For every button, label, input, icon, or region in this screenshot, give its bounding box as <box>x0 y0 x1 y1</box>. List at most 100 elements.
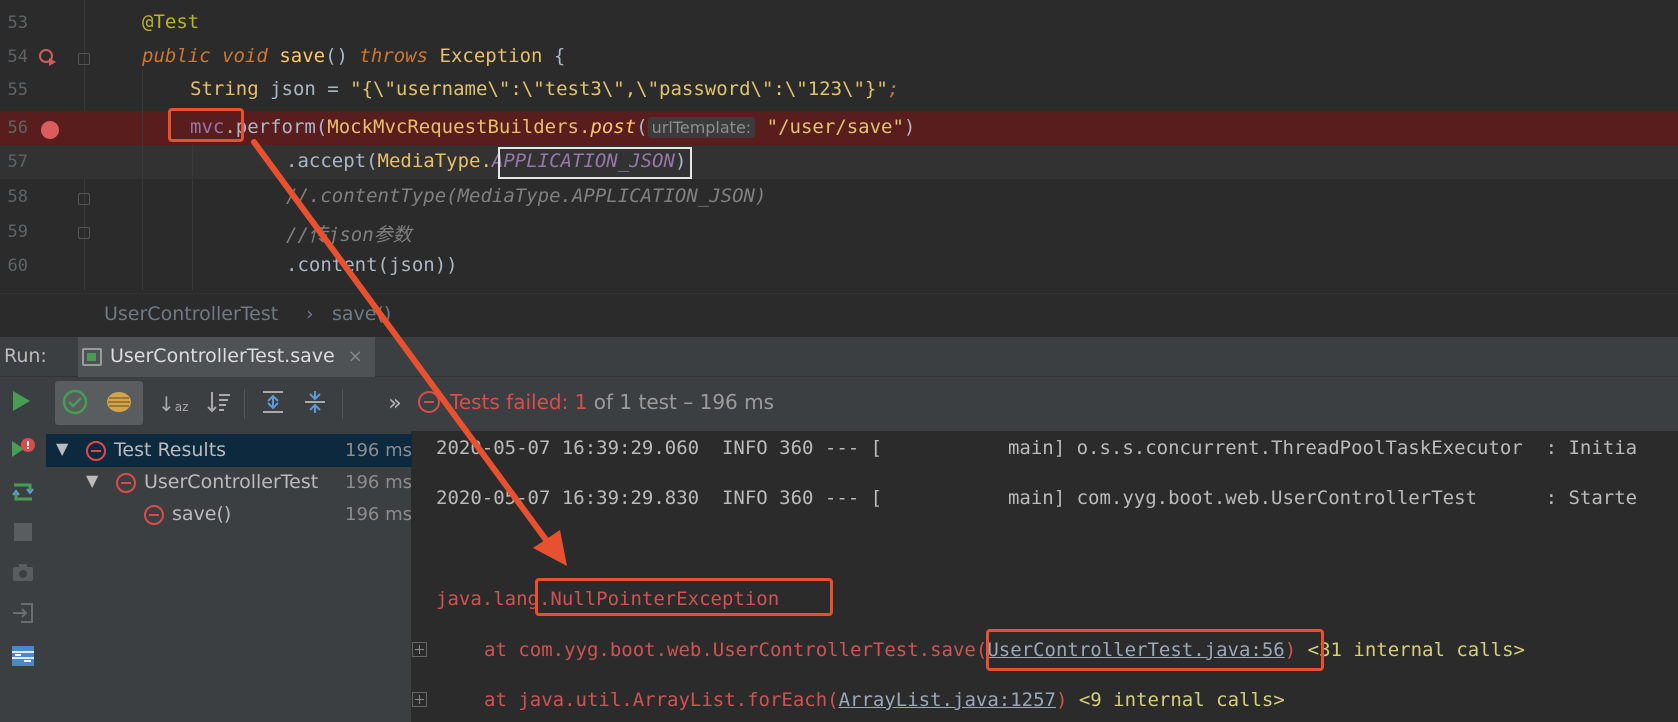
stop-icon[interactable] <box>8 521 38 551</box>
highlight-box-constant <box>498 147 692 179</box>
tree-item-time: 196 ms <box>345 504 412 525</box>
method-accept: .accept( <box>286 150 378 172</box>
keyword-throws: throws <box>359 45 429 67</box>
highlight-box-exception <box>535 578 833 616</box>
sort-alpha-icon[interactable]: ↓az <box>158 389 188 419</box>
sort-duration-icon[interactable] <box>204 389 234 419</box>
test-status-summary: Tests failed: 1 of 1 test – 196 ms <box>450 390 774 414</box>
code-line-54[interactable]: 54 public void save() throws Exception { <box>0 40 1678 74</box>
run-side-toolbar <box>0 431 46 722</box>
code-text: mvc.perform(MockMvcRequestBuilders.post(… <box>190 116 915 138</box>
failed-count: 1 <box>574 390 588 414</box>
expand-internal-calls-icon[interactable] <box>412 642 427 657</box>
layout-icon[interactable] <box>8 643 38 673</box>
json-string-literal: "{\"username\":\"test3\",\"password\":\"… <box>350 78 888 100</box>
show-passed-icon[interactable] <box>60 389 90 419</box>
expand-arrow-icon[interactable]: ▼ <box>86 471 98 490</box>
tree-item-label: Test Results <box>114 439 227 461</box>
breakpoint-icon[interactable] <box>41 121 59 139</box>
run-test-gutter-icon[interactable] <box>38 48 58 68</box>
fold-marker[interactable] <box>78 53 90 65</box>
code-editor[interactable]: 53 @Test 54 public void save() throws Ex… <box>0 0 1678 290</box>
method-content: .content(json)) <box>286 254 458 276</box>
rerun-icon[interactable] <box>6 389 36 419</box>
type-string: String <box>190 78 259 100</box>
exception-package: java.lang. <box>436 588 551 610</box>
code-line-57[interactable]: 57 .accept(MediaType.APPLICATION_JSON) <box>0 145 1678 179</box>
code-line-53[interactable]: 53 @Test <box>0 6 1678 40</box>
class-builders: MockMvcRequestBuilders. <box>327 116 591 138</box>
run-toolbar: ↓az » Tests failed: 1 of 1 test – 196 ms <box>0 377 1678 431</box>
collapse-all-icon[interactable] <box>300 389 330 419</box>
log-line: 2020-05-07 16:39:29.830 INFO 360 --- [ m… <box>436 487 1638 509</box>
test-failed-icon <box>116 473 136 493</box>
code-line-56[interactable]: 56 mvc.perform(MockMvcRequestBuilders.po… <box>0 111 1678 145</box>
internal-calls[interactable]: <9 internal calls> <box>1079 689 1285 711</box>
test-failed-icon <box>86 441 106 461</box>
tree-item-test-results[interactable]: ▼ Test Results 196 ms <box>46 434 412 467</box>
source-link[interactable]: ArrayList.java:1257 <box>839 689 1056 711</box>
line-number: 56 <box>7 118 28 138</box>
breadcrumb-method[interactable]: save() <box>332 303 391 325</box>
method-perform: perform( <box>235 116 328 138</box>
line-number: 58 <box>7 187 28 207</box>
semicolon: ; <box>887 78 900 100</box>
camera-icon[interactable] <box>8 561 38 591</box>
code-text: @Test <box>142 11 199 33</box>
tree-item-usercontrollertest[interactable]: ▼ UserControllerTest 196 ms <box>46 466 412 499</box>
trace-close: ) <box>1055 689 1068 711</box>
method-name-save: save <box>279 45 326 67</box>
keyword-void: void <box>222 45 268 67</box>
line-number: 55 <box>7 80 28 100</box>
parameter-hint: urlTemplate: <box>647 117 756 138</box>
highlight-box-mvc <box>168 108 244 142</box>
paren: ( <box>636 116 648 138</box>
url-string-literal: "/user/save" <box>766 116 904 138</box>
code-line-58[interactable]: 58 //.contentType(MediaType.APPLICATION_… <box>0 180 1678 214</box>
run-tool-window-header: Run: UserControllerTest.save × <box>0 337 1678 377</box>
type-exception: Exception <box>439 45 543 67</box>
code-comment: //传json参数 <box>286 224 412 246</box>
status-rest: of 1 test – 196 ms <box>593 390 775 414</box>
parens: () <box>325 45 348 67</box>
static-method-post: post <box>590 116 637 138</box>
code-comment: //.contentType(MediaType.APPLICATION_JSO… <box>286 185 767 207</box>
code-line-55[interactable]: 55 String json = "{\"username\":\"test3\… <box>0 73 1678 107</box>
close-paren: ) <box>903 116 916 138</box>
code-line-59[interactable]: 59 //传json参数 <box>0 215 1678 249</box>
code-text: public void save() throws Exception { <box>142 45 565 67</box>
breadcrumb-class[interactable]: UserControllerTest <box>104 303 278 325</box>
fold-marker[interactable] <box>78 193 90 205</box>
breadcrumb-separator: › <box>306 303 314 325</box>
code-line-60[interactable]: 60 .content(json)) <box>0 249 1678 283</box>
expand-internal-calls-icon[interactable] <box>412 692 427 707</box>
indent-guide <box>142 70 143 290</box>
keyword-public: public <box>142 45 211 67</box>
fold-marker[interactable] <box>78 227 90 239</box>
tree-item-save[interactable]: save() 196 ms <box>46 498 412 531</box>
toolbar-separator <box>244 389 245 419</box>
log-line: 2020-05-07 16:39:29.060 INFO 360 --- [ m… <box>436 437 1638 459</box>
line-number: 54 <box>7 47 28 67</box>
stack-trace-line: at java.util.ArrayList.forEach(ArrayList… <box>484 689 1285 711</box>
show-ignored-icon[interactable] <box>104 389 134 419</box>
test-failed-icon <box>418 391 440 413</box>
expand-all-icon[interactable] <box>258 389 288 419</box>
status-prefix: Tests failed: <box>450 390 569 414</box>
expand-arrow-icon[interactable]: ▼ <box>56 439 68 458</box>
rerun-failed-icon[interactable] <box>8 437 38 467</box>
import-tests-icon[interactable] <box>8 601 38 631</box>
trace-at: at com.yyg.boot.web.UserControllerTest.s… <box>484 639 988 661</box>
variable-decl: json = <box>270 78 351 100</box>
close-icon[interactable]: × <box>348 346 363 367</box>
toggle-auto-test-icon[interactable] <box>8 479 38 509</box>
test-results-tree: ▼ Test Results 196 ms ▼ UserControllerTe… <box>46 431 412 722</box>
tree-item-time: 196 ms <box>345 472 412 493</box>
tree-item-label: UserControllerTest <box>144 471 319 493</box>
run-tab[interactable]: UserControllerTest.save × <box>78 337 375 377</box>
more-actions-button[interactable]: » <box>380 389 410 419</box>
internal-calls[interactable]: <31 internal calls> <box>1308 639 1525 661</box>
console-output[interactable]: 2020-05-07 16:39:29.060 INFO 360 --- [ m… <box>412 431 1678 722</box>
line-number: 57 <box>7 152 28 172</box>
run-label: Run: <box>4 345 47 367</box>
